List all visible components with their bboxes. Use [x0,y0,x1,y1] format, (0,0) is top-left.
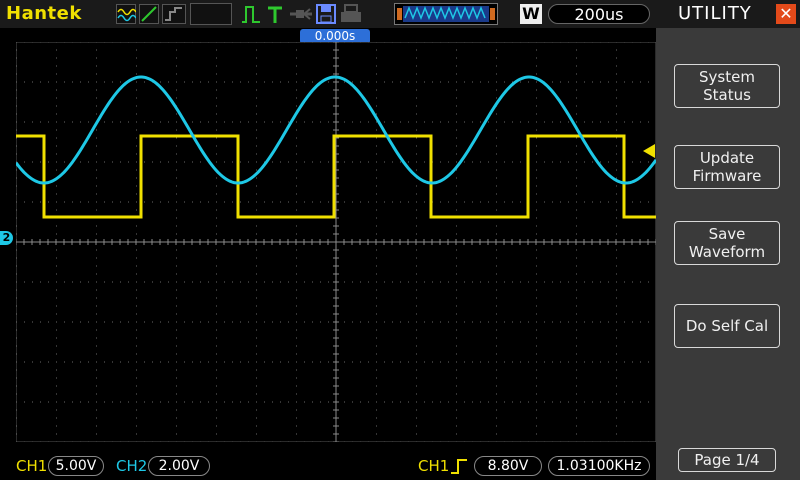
frequency-readout: 1.03100KHz [548,456,650,476]
trigger-source-label: CH1 [418,457,450,475]
panel-header: UTILITY ✕ [656,0,800,28]
update-firmware-label-2: Firmware [692,167,762,185]
save-waveform-label-1: Save [708,225,746,243]
waveform-memory-icon [394,3,498,25]
panel-title: UTILITY [678,3,752,24]
t-icon [266,4,284,24]
top-status-bar: Hantek W 200us [0,0,656,28]
rising-edge-icon [139,4,159,24]
rising-edge-trigger-icon [450,457,468,477]
timebase-value: 200us [548,4,650,24]
empty-status-slot [190,3,232,25]
ch2-label: CH2 [116,457,148,475]
stop-icon [162,4,186,24]
bottom-status-bar: CH1 5.00V CH2 2.00V CH1 8.80V 1.03100KHz [0,452,656,480]
brand-logo: Hantek [6,3,82,24]
waveform-graticule [16,42,656,442]
system-status-button[interactable]: System Status [674,64,780,108]
save-waveform-label-2: Waveform [688,243,766,261]
trigger-icon [240,4,264,24]
ch2-ground-marker[interactable]: 2 [0,231,13,245]
ch2-scale[interactable]: 2.00V [148,456,210,476]
probe-icon [288,4,314,24]
save-icon [316,4,336,24]
close-icon[interactable]: ✕ [776,4,796,24]
save-waveform-button[interactable]: Save Waveform [674,221,780,265]
ch1-label: CH1 [16,457,48,475]
waveform-display[interactable] [16,42,656,442]
trigger-level-marker[interactable] [643,144,655,158]
acquire-mode-icon [116,4,136,24]
trigger-level-value[interactable]: 8.80V [474,456,542,476]
self-cal-button[interactable]: Do Self Cal [674,304,780,348]
page-indicator-button[interactable]: Page 1/4 [678,448,776,472]
system-status-label-2: Status [703,86,751,104]
update-firmware-button[interactable]: Update Firmware [674,145,780,189]
print-icon [340,4,362,24]
utility-menu-panel: UTILITY ✕ System Status Update Firmware … [656,0,800,480]
system-status-label-1: System [699,68,755,86]
update-firmware-label-1: Update [699,149,755,167]
ch1-scale[interactable]: 5.00V [48,456,104,476]
self-cal-label: Do Self Cal [685,317,769,335]
window-mode-indicator: W [520,4,542,24]
